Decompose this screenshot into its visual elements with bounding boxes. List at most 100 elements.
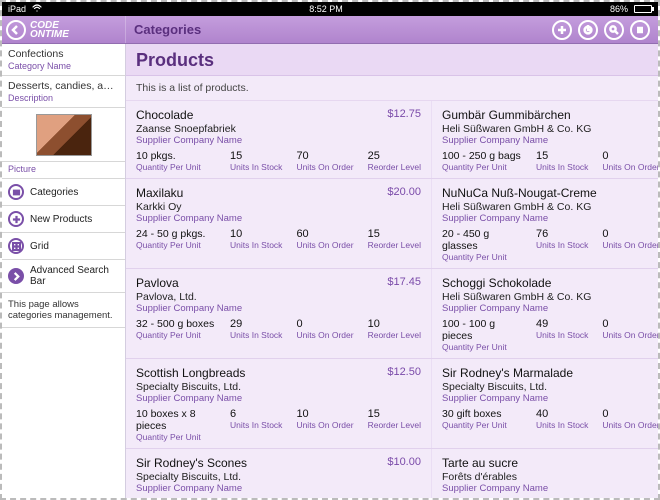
nav-categories[interactable]: Categories (2, 179, 125, 206)
supplier-name: Specialty Biscuits, Ltd. (136, 381, 421, 393)
supplier-name: Forêts d'érables (442, 471, 658, 483)
uis-label: Units In Stock (536, 420, 588, 430)
product-name: Sir Rodney's Scones (136, 456, 247, 470)
back-button[interactable] (6, 20, 26, 40)
product-price: $10.00 (387, 456, 421, 468)
picture-thumb (36, 114, 92, 156)
supplier-label: Supplier Company Name (442, 303, 658, 314)
page-title: Products (136, 50, 648, 71)
rl-label: Reorder Level (368, 330, 421, 340)
uoo-label: Units On Order (296, 240, 353, 250)
product-price: $20.00 (387, 186, 421, 198)
product-name: Chocolade (136, 108, 193, 122)
product-card[interactable]: Scottish Longbreads $12.50 Specialty Bis… (126, 359, 431, 448)
product-name: Maxilaku (136, 186, 183, 200)
rl-value: 15 (368, 228, 421, 240)
menu-button[interactable] (630, 20, 650, 40)
nav-grid[interactable]: Grid (2, 233, 125, 260)
product-row: Sir Rodney's Scones $10.00 Specialty Bis… (126, 449, 658, 498)
supplier-name: Zaanse Snoepfabriek (136, 123, 421, 135)
qpu-label: Quantity Per Unit (442, 342, 522, 352)
product-card[interactable]: Maxilaku $20.00 Karkki Oy Supplier Compa… (126, 179, 431, 268)
categories-icon (8, 184, 24, 200)
search-button[interactable] (604, 20, 624, 40)
qpu-value: 32 - 500 g boxes (136, 318, 216, 330)
product-name: NuNuCa Nuß-Nougat-Creme (442, 186, 597, 200)
category-name-label: Category Name (8, 61, 119, 71)
supplier-name: Heli Süßwaren GmbH & Co. KG (442, 123, 658, 135)
uis-value: 15 (536, 150, 588, 162)
rl-label: Reorder Level (368, 420, 421, 430)
description-label: Description (8, 93, 119, 103)
uoo-value: 10 (296, 408, 353, 420)
sidebar-description[interactable]: Desserts, candies, and … Description (2, 76, 125, 108)
nav-new-products[interactable]: New Products (2, 206, 125, 233)
uis-value: 49 (536, 318, 588, 330)
sidebar-footer: This page allows categories management. (2, 293, 125, 328)
brand-line2: ONTIME (30, 30, 69, 39)
product-row: Pavlova $17.45 Pavlova, Ltd. Supplier Co… (126, 269, 658, 359)
supplier-label: Supplier Company Name (136, 135, 421, 146)
product-name: Tarte au sucre (442, 456, 518, 470)
product-card[interactable]: NuNuCa Nuß-Nougat-Creme $14.00 Heli Süßw… (431, 179, 658, 268)
product-row: Maxilaku $20.00 Karkki Oy Supplier Compa… (126, 179, 658, 269)
add-button[interactable] (552, 20, 572, 40)
supplier-label: Supplier Company Name (442, 483, 658, 494)
qpu-value: 10 pkgs. (136, 150, 216, 162)
product-price: $17.45 (387, 276, 421, 288)
product-name: Pavlova (136, 276, 179, 290)
uoo-value: 0 (602, 150, 658, 162)
sidebar-category-name[interactable]: Confections Category Name (2, 44, 125, 76)
battery-label: 86% (610, 4, 628, 14)
uis-label: Units In Stock (230, 162, 282, 172)
uis-label: Units In Stock (230, 240, 282, 250)
uoo-value: 0 (602, 408, 658, 420)
uis-label: Units In Stock (536, 240, 588, 250)
nav-categories-label: Categories (30, 187, 78, 198)
product-card[interactable]: Sir Rodney's Scones $10.00 Specialty Bis… (126, 449, 431, 498)
supplier-name: Heli Süßwaren GmbH & Co. KG (442, 201, 658, 213)
product-card[interactable]: Tarte au sucre $49.30 Forêts d'érables S… (431, 449, 658, 498)
product-card[interactable]: Pavlova $17.45 Pavlova, Ltd. Supplier Co… (126, 269, 431, 358)
product-grid[interactable]: Chocolade $12.75 Zaanse Snoepfabriek Sup… (126, 101, 658, 498)
qpu-label: Quantity Per Unit (442, 252, 522, 262)
uoo-label: Units On Order (296, 330, 353, 340)
qpu-label: Quantity Per Unit (442, 420, 522, 430)
uis-label: Units In Stock (536, 330, 588, 340)
nav-advanced-search-label: Advanced Search Bar (30, 265, 119, 287)
qpu-label: Quantity Per Unit (136, 432, 216, 442)
plus-icon (8, 211, 24, 227)
nav-advanced-search[interactable]: Advanced Search Bar (2, 260, 125, 293)
brand-logo: CODE ONTIME (30, 21, 69, 39)
product-card[interactable]: Gumbär Gummibärchen $31.23 Heli Süßwaren… (431, 101, 658, 178)
uis-value: 40 (536, 408, 588, 420)
uis-label: Units In Stock (536, 162, 588, 172)
qpu-value: 10 boxes x 8 pieces (136, 408, 216, 432)
sidebar-picture[interactable] (2, 108, 125, 162)
status-bar: iPad 8:52 PM 86% (2, 2, 658, 16)
clock: 8:52 PM (309, 4, 343, 14)
product-name: Scottish Longbreads (136, 366, 245, 380)
qpu-value: 24 - 50 g pkgs. (136, 228, 216, 240)
product-card[interactable]: Schoggi Schokolade $43.90 Heli Süßwaren … (431, 269, 658, 358)
uoo-value: 0 (602, 228, 658, 240)
uoo-label: Units On Order (602, 420, 658, 430)
uis-label: Units In Stock (230, 420, 282, 430)
qpu-value: 20 - 450 g glasses (442, 228, 522, 252)
uis-value: 15 (230, 150, 282, 162)
uoo-label: Units On Order (602, 240, 658, 250)
supplier-name: Pavlova, Ltd. (136, 291, 421, 303)
product-card[interactable]: Chocolade $12.75 Zaanse Snoepfabriek Sup… (126, 101, 431, 178)
uis-value: 10 (230, 228, 282, 240)
uis-value: 29 (230, 318, 282, 330)
qpu-label: Quantity Per Unit (136, 240, 216, 250)
supplier-name: Karkki Oy (136, 201, 421, 213)
uis-value: 6 (230, 408, 282, 420)
nav-grid-label: Grid (30, 241, 49, 252)
refresh-button[interactable] (578, 20, 598, 40)
product-card[interactable]: Sir Rodney's Marmalade $81.00 Specialty … (431, 359, 658, 448)
grid-icon (8, 238, 24, 254)
uoo-label: Units On Order (602, 330, 658, 340)
uoo-label: Units On Order (296, 162, 353, 172)
uoo-label: Units On Order (296, 420, 353, 430)
